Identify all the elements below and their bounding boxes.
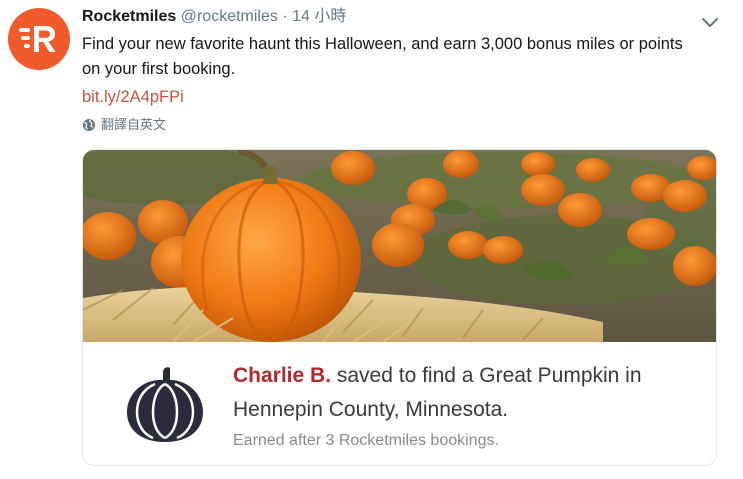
tweet[interactable]: Rocketmiles @rocketmiles · 14 小時 Find yo…	[0, 0, 743, 479]
translate-label: 翻譯自英文	[101, 117, 167, 132]
tweet-text: Find your new favorite haunt this Hallow…	[82, 35, 683, 78]
card-customer-name: Charlie B.	[233, 364, 332, 387]
tweet-content: Rocketmiles @rocketmiles · 14 小時 Find yo…	[82, 6, 722, 134]
card-body: Charlie B. saved to find a Great Pumpkin…	[83, 342, 716, 465]
media-card[interactable]: Charlie B. saved to find a Great Pumpkin…	[82, 149, 717, 466]
user-handle[interactable]: @rocketmiles	[181, 8, 278, 25]
separator-dot: ·	[282, 8, 288, 25]
display-name[interactable]: Rocketmiles	[82, 8, 176, 25]
tweet-header: Rocketmiles @rocketmiles · 14 小時	[82, 6, 722, 28]
pumpkin-patch-photo	[83, 150, 716, 342]
card-footnote: Earned after 3 Rocketmiles bookings.	[233, 432, 499, 449]
card-headline: Charlie B. saved to find a Great Pumpkin…	[233, 362, 642, 390]
card-location: Hennepin County, Minnesota.	[233, 398, 509, 421]
rocketmiles-logo-icon	[19, 26, 56, 52]
tweet-link[interactable]: bit.ly/2A4pFPi	[82, 86, 722, 108]
tweet-timestamp[interactable]: 14 小時	[292, 8, 346, 25]
avatar[interactable]	[8, 8, 70, 70]
globe-icon	[83, 119, 95, 131]
chevron-down-icon[interactable]	[698, 10, 722, 34]
card-headline-rest: saved to find a Great Pumpkin in	[331, 364, 642, 387]
pumpkin-icon	[123, 366, 207, 451]
translate-tweet[interactable]: 翻譯自英文	[82, 116, 722, 134]
